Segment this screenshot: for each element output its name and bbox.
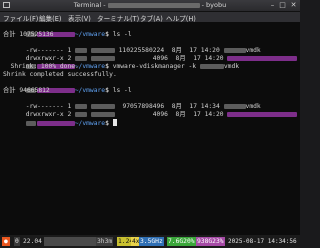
prompt-line: ~/vmware$	[3, 111, 117, 136]
redacted-status: .	[44, 237, 96, 246]
minimize-icon[interactable]: –	[268, 1, 277, 10]
cpu-frequency: 3.5GHz	[139, 237, 164, 246]
ubuntu-logo-icon: ●	[2, 237, 10, 246]
title-bar[interactable]: Terminal -- byobu – □ ✕	[0, 0, 300, 12]
redacted-title	[107, 2, 200, 8]
maximize-icon[interactable]: □	[278, 1, 287, 10]
menu-bar: ファイル(F) 編集(E) 表示(V) ターミナル(T) タブ(A) ヘルプ(H…	[0, 12, 300, 23]
window-tab[interactable]: 0	[14, 237, 20, 246]
shrink-result: Shrink completed successfully.	[3, 71, 117, 78]
release-version: 22.04	[23, 238, 42, 245]
memory-usage: 7.6G20%	[167, 237, 196, 246]
window-title: Terminal -- byobu	[73, 1, 227, 9]
total-line: 合計 107525136	[3, 31, 54, 38]
disk-usage: 938G23%	[196, 237, 225, 246]
shrink-progress: Shrink: 100% done.	[3, 63, 79, 70]
date-time: 2025-08-17 14:34:56	[228, 238, 297, 245]
text-cursor	[112, 119, 117, 126]
byobu-status-bar: ● 0 22.04 . 3h3m 1.24 4x 3.5GHz 7.6G20% …	[0, 235, 300, 248]
terminal-output[interactable]: ~/vmware$ ls -l 合計 107525136 -rw------- …	[0, 22, 300, 234]
uptime-indicator: 3h3m	[96, 237, 114, 246]
total-line: 合計 94665812	[3, 87, 50, 94]
terminal-window: Terminal -- byobu – □ ✕ ファイル(F) 編集(E) 表示…	[0, 0, 300, 248]
close-icon[interactable]: ✕	[289, 1, 298, 10]
